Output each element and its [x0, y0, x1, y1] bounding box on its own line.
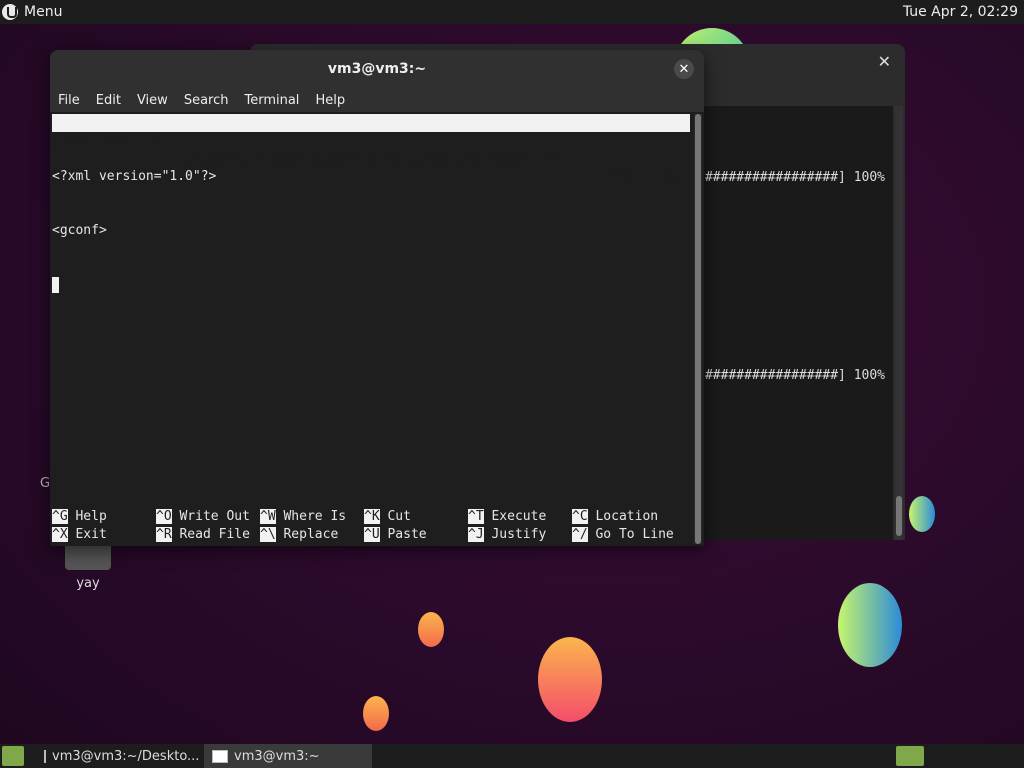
nano-title-bar: GNU nano 7.2 /etc/skel/.gconf/apps/metac…	[52, 114, 690, 184]
shortcut-row: ^G Help ^O Write Out ^W Where Is ^K Cut …	[52, 508, 690, 526]
terminal-window[interactable]: vm3@vm3:~ ✕ File Edit View Search Termin…	[50, 50, 704, 546]
desktop-icon-label: yay	[76, 576, 100, 591]
shortcut: ^J Justify	[468, 527, 547, 542]
editor-line: <gconf>	[52, 223, 107, 238]
shortcut: ^K Cut	[364, 509, 411, 524]
taskbar-item-label: vm3@vm3:~/Deskto...	[52, 748, 200, 764]
wallpaper-ball	[909, 496, 935, 532]
taskbar-item[interactable]: vm3@vm3:~/Deskto...	[36, 744, 204, 768]
title-bar[interactable]: vm3@vm3:~ ✕	[50, 50, 704, 88]
menu-edit[interactable]: Edit	[88, 93, 129, 108]
nano-file-path: /etc/skel/.gconf/apps/metacity/general/%…	[188, 151, 572, 166]
menu-button[interactable]: Menu	[0, 4, 62, 20]
scrollbar[interactable]	[895, 106, 903, 540]
nano-shortcut-bar: ^G Help ^O Write Out ^W Where Is ^K Cut …	[52, 508, 690, 544]
close-icon: ✕	[678, 61, 690, 77]
menu-bar: File Edit View Search Terminal Help	[50, 88, 704, 112]
scrollbar[interactable]	[694, 114, 702, 544]
progress-line: #################] 100%	[704, 368, 885, 383]
close-button[interactable]: ✕	[674, 59, 694, 79]
wallpaper-ball	[363, 696, 389, 731]
wallpaper-ball	[538, 637, 602, 722]
desktop-icon-yay[interactable]: yay	[60, 540, 116, 591]
shortcut: ^O Write Out	[156, 509, 250, 524]
menu-file[interactable]: File	[50, 93, 88, 108]
terminal-window-icon	[212, 749, 228, 763]
linux-mint-menu-icon	[2, 4, 18, 20]
taskbar: vm3@vm3:~/Deskto... vm3@vm3:~	[0, 744, 1024, 768]
nano-status: Modified	[613, 169, 676, 184]
terminal-window-icon	[44, 749, 46, 763]
text-cursor	[52, 276, 59, 293]
progress-line: #################] 100%	[704, 170, 885, 185]
wallpaper-ball	[418, 612, 444, 647]
clock[interactable]: Tue Apr 2, 02:29	[903, 4, 1024, 20]
terminal-screen[interactable]: GNU nano 7.2 /etc/skel/.gconf/apps/metac…	[50, 112, 690, 546]
shortcut: ^T Execute	[468, 509, 547, 524]
taskbar-item-label: vm3@vm3:~	[234, 748, 320, 764]
editor-content[interactable]: <?xml version="1.0"?> <gconf>	[52, 132, 216, 330]
window-title: vm3@vm3:~	[327, 61, 427, 77]
shortcut-row: ^X Exit ^R Read File ^\ Replace ^U Paste…	[52, 526, 690, 544]
menu-search[interactable]: Search	[176, 93, 237, 108]
shortcut: ^X Exit	[52, 527, 107, 542]
menu-view[interactable]: View	[129, 93, 176, 108]
shortcut: ^C Location	[572, 509, 659, 524]
menu-terminal[interactable]: Terminal	[236, 93, 307, 108]
shortcut: ^G Help	[52, 509, 107, 524]
wallpaper-ball	[838, 583, 902, 667]
shortcut: ^W Where Is	[260, 509, 347, 524]
desktop-partial-label: G	[40, 476, 51, 491]
taskbar-item[interactable]: vm3@vm3:~	[204, 744, 372, 768]
editor-line: <?xml version="1.0"?>	[52, 169, 217, 184]
close-icon[interactable]: ✕	[878, 52, 891, 71]
shortcut: ^/ Go To Line	[572, 527, 674, 542]
shortcut: ^R Read File	[156, 527, 250, 542]
scrollbar-thumb[interactable]	[695, 114, 701, 544]
shortcut: ^U Paste	[364, 527, 427, 542]
show-desktop-button[interactable]	[2, 746, 24, 766]
top-panel: Menu Tue Apr 2, 02:29	[0, 0, 1024, 24]
shortcut: ^\ Replace	[260, 527, 339, 542]
workspace-switcher-icon[interactable]	[896, 746, 924, 766]
menu-label: Menu	[24, 4, 63, 20]
menu-help[interactable]: Help	[307, 93, 353, 108]
scrollbar-thumb[interactable]	[896, 496, 902, 536]
